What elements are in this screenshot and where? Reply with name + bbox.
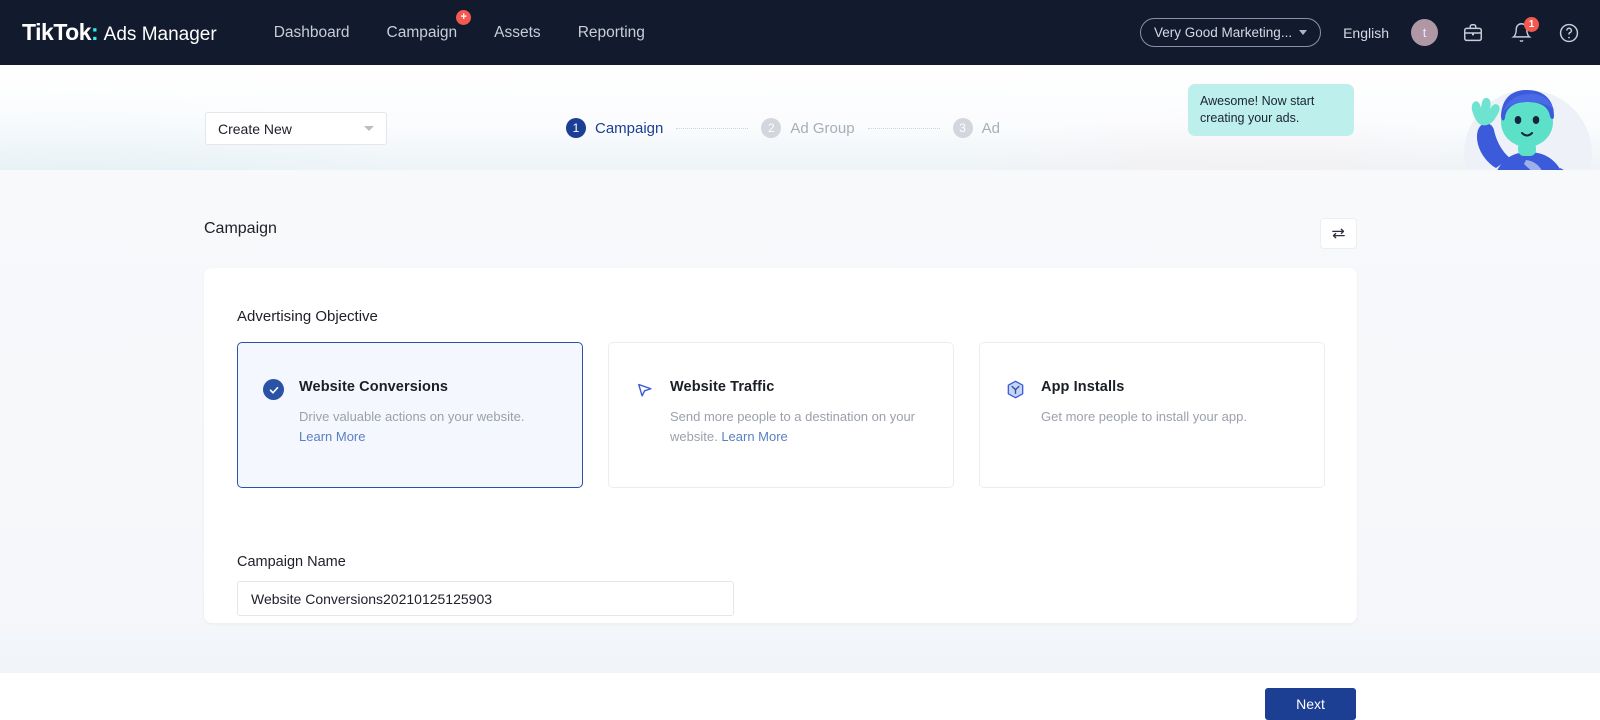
- objective-website-conversions-desc: Drive valuable actions on your website. …: [299, 407, 561, 447]
- account-selector[interactable]: Very Good Marketing...: [1140, 18, 1322, 47]
- objective-desc-text: Get more people to install your app.: [1041, 409, 1247, 424]
- page-title: Campaign: [204, 220, 277, 237]
- objective-app-installs-title: App Installs: [1041, 379, 1125, 395]
- nav-right-cluster: Very Good Marketing... English t 1: [1140, 0, 1582, 65]
- create-new-select-value: Create New: [218, 120, 292, 137]
- objective-website-traffic-title: Website Traffic: [670, 379, 775, 395]
- nav-item-campaign[interactable]: Campaign +: [385, 9, 472, 48]
- advertising-objective-heading: Advertising Objective: [237, 308, 378, 325]
- briefcase-icon[interactable]: [1460, 20, 1486, 46]
- step-campaign[interactable]: 1 Campaign: [566, 118, 663, 138]
- page-body: Campaign Advertising Objective Website C…: [0, 170, 1600, 673]
- notification-count-badge: 1: [1524, 16, 1539, 32]
- objective-app-installs[interactable]: App Installs Get more people to install …: [979, 342, 1325, 488]
- objective-website-traffic-desc: Send more people to a destination on you…: [670, 407, 932, 447]
- hexagon-box-icon: [1005, 379, 1026, 400]
- create-new-select[interactable]: Create New: [205, 112, 387, 145]
- objective-options: Website Conversions Drive valuable actio…: [237, 342, 1325, 488]
- help-circle-icon[interactable]: [1556, 20, 1582, 46]
- cursor-arrow-icon: [634, 379, 655, 400]
- learn-more-link[interactable]: Learn More: [299, 429, 365, 444]
- brand-colon: :: [91, 19, 99, 45]
- top-navigation-bar: TikTok: Ads Manager Dashboard Campaign +…: [0, 0, 1600, 65]
- brand-ads-manager-text: Ads Manager: [103, 24, 217, 45]
- learn-more-link[interactable]: Learn More: [721, 429, 787, 444]
- account-selector-label: Very Good Marketing...: [1154, 25, 1293, 40]
- step-ad-group[interactable]: 2 Ad Group: [761, 118, 855, 138]
- objective-website-traffic[interactable]: Website Traffic Send more people to a de…: [608, 342, 954, 488]
- campaign-card: Advertising Objective Website Conversion…: [204, 268, 1357, 623]
- language-selector[interactable]: English: [1343, 25, 1389, 41]
- nav-item-dashboard[interactable]: Dashboard: [272, 18, 352, 48]
- nav-item-reporting-label: Reporting: [577, 23, 645, 41]
- plus-badge-icon: +: [456, 9, 472, 25]
- avatar-initial: t: [1422, 25, 1427, 40]
- mascot-character-icon: [1471, 90, 1564, 170]
- next-button[interactable]: Next: [1265, 688, 1356, 720]
- chevron-down-icon: [1299, 30, 1308, 35]
- wizard-stepper: 1 Campaign 2 Ad Group 3 Ad: [566, 118, 1000, 138]
- nav-item-dashboard-label: Dashboard: [273, 23, 350, 41]
- language-label: English: [1343, 24, 1389, 41]
- onboarding-tooltip-text: Awesome! Now start creating your ads.: [1200, 94, 1315, 125]
- swap-arrows-icon: [1332, 228, 1345, 239]
- objective-app-installs-desc: Get more people to install your app.: [1041, 407, 1303, 427]
- onboarding-tooltip: Awesome! Now start creating your ads.: [1188, 84, 1354, 136]
- step-ad-label: Ad: [981, 119, 1000, 137]
- nav-item-assets-label: Assets: [494, 23, 541, 41]
- primary-nav: Dashboard Campaign + Assets Reporting: [272, 9, 647, 48]
- mascot-area: Awesome! Now start creating your ads.: [1188, 65, 1600, 170]
- brand-logo[interactable]: TikTok: Ads Manager: [22, 19, 217, 46]
- step-campaign-number: 1: [566, 118, 586, 138]
- footer-bar: Next: [0, 673, 1600, 720]
- objective-desc-text: Drive valuable actions on your website.: [299, 409, 525, 424]
- step-connector: [676, 127, 749, 129]
- step-ad-group-label: Ad Group: [790, 119, 855, 137]
- avatar[interactable]: t: [1411, 19, 1438, 46]
- campaign-name-label: Campaign Name: [237, 554, 346, 570]
- step-campaign-label: Campaign: [595, 119, 664, 137]
- bell-icon[interactable]: 1: [1508, 16, 1539, 46]
- nav-item-campaign-label: Campaign: [386, 23, 458, 41]
- step-connector: [867, 127, 940, 129]
- campaign-name-input[interactable]: [237, 581, 734, 616]
- objective-website-conversions-title: Website Conversions: [299, 379, 449, 395]
- swap-view-button[interactable]: [1320, 218, 1357, 249]
- step-ad-group-number: 2: [761, 118, 782, 138]
- check-circle-icon: [263, 379, 284, 400]
- chevron-down-icon: [364, 126, 374, 131]
- step-ad-number: 3: [952, 118, 973, 138]
- step-ad[interactable]: 3 Ad: [952, 118, 1000, 138]
- objective-desc-text: Send more people to a destination on you…: [670, 409, 916, 445]
- nav-item-reporting[interactable]: Reporting: [576, 18, 647, 48]
- nav-item-assets[interactable]: Assets: [492, 18, 543, 48]
- wizard-banner: Create New 1 Campaign 2 Ad Group 3 Ad Aw…: [0, 65, 1600, 170]
- objective-website-conversions[interactable]: Website Conversions Drive valuable actio…: [237, 342, 583, 488]
- brand-tiktok-text: TikTok: [22, 19, 92, 45]
